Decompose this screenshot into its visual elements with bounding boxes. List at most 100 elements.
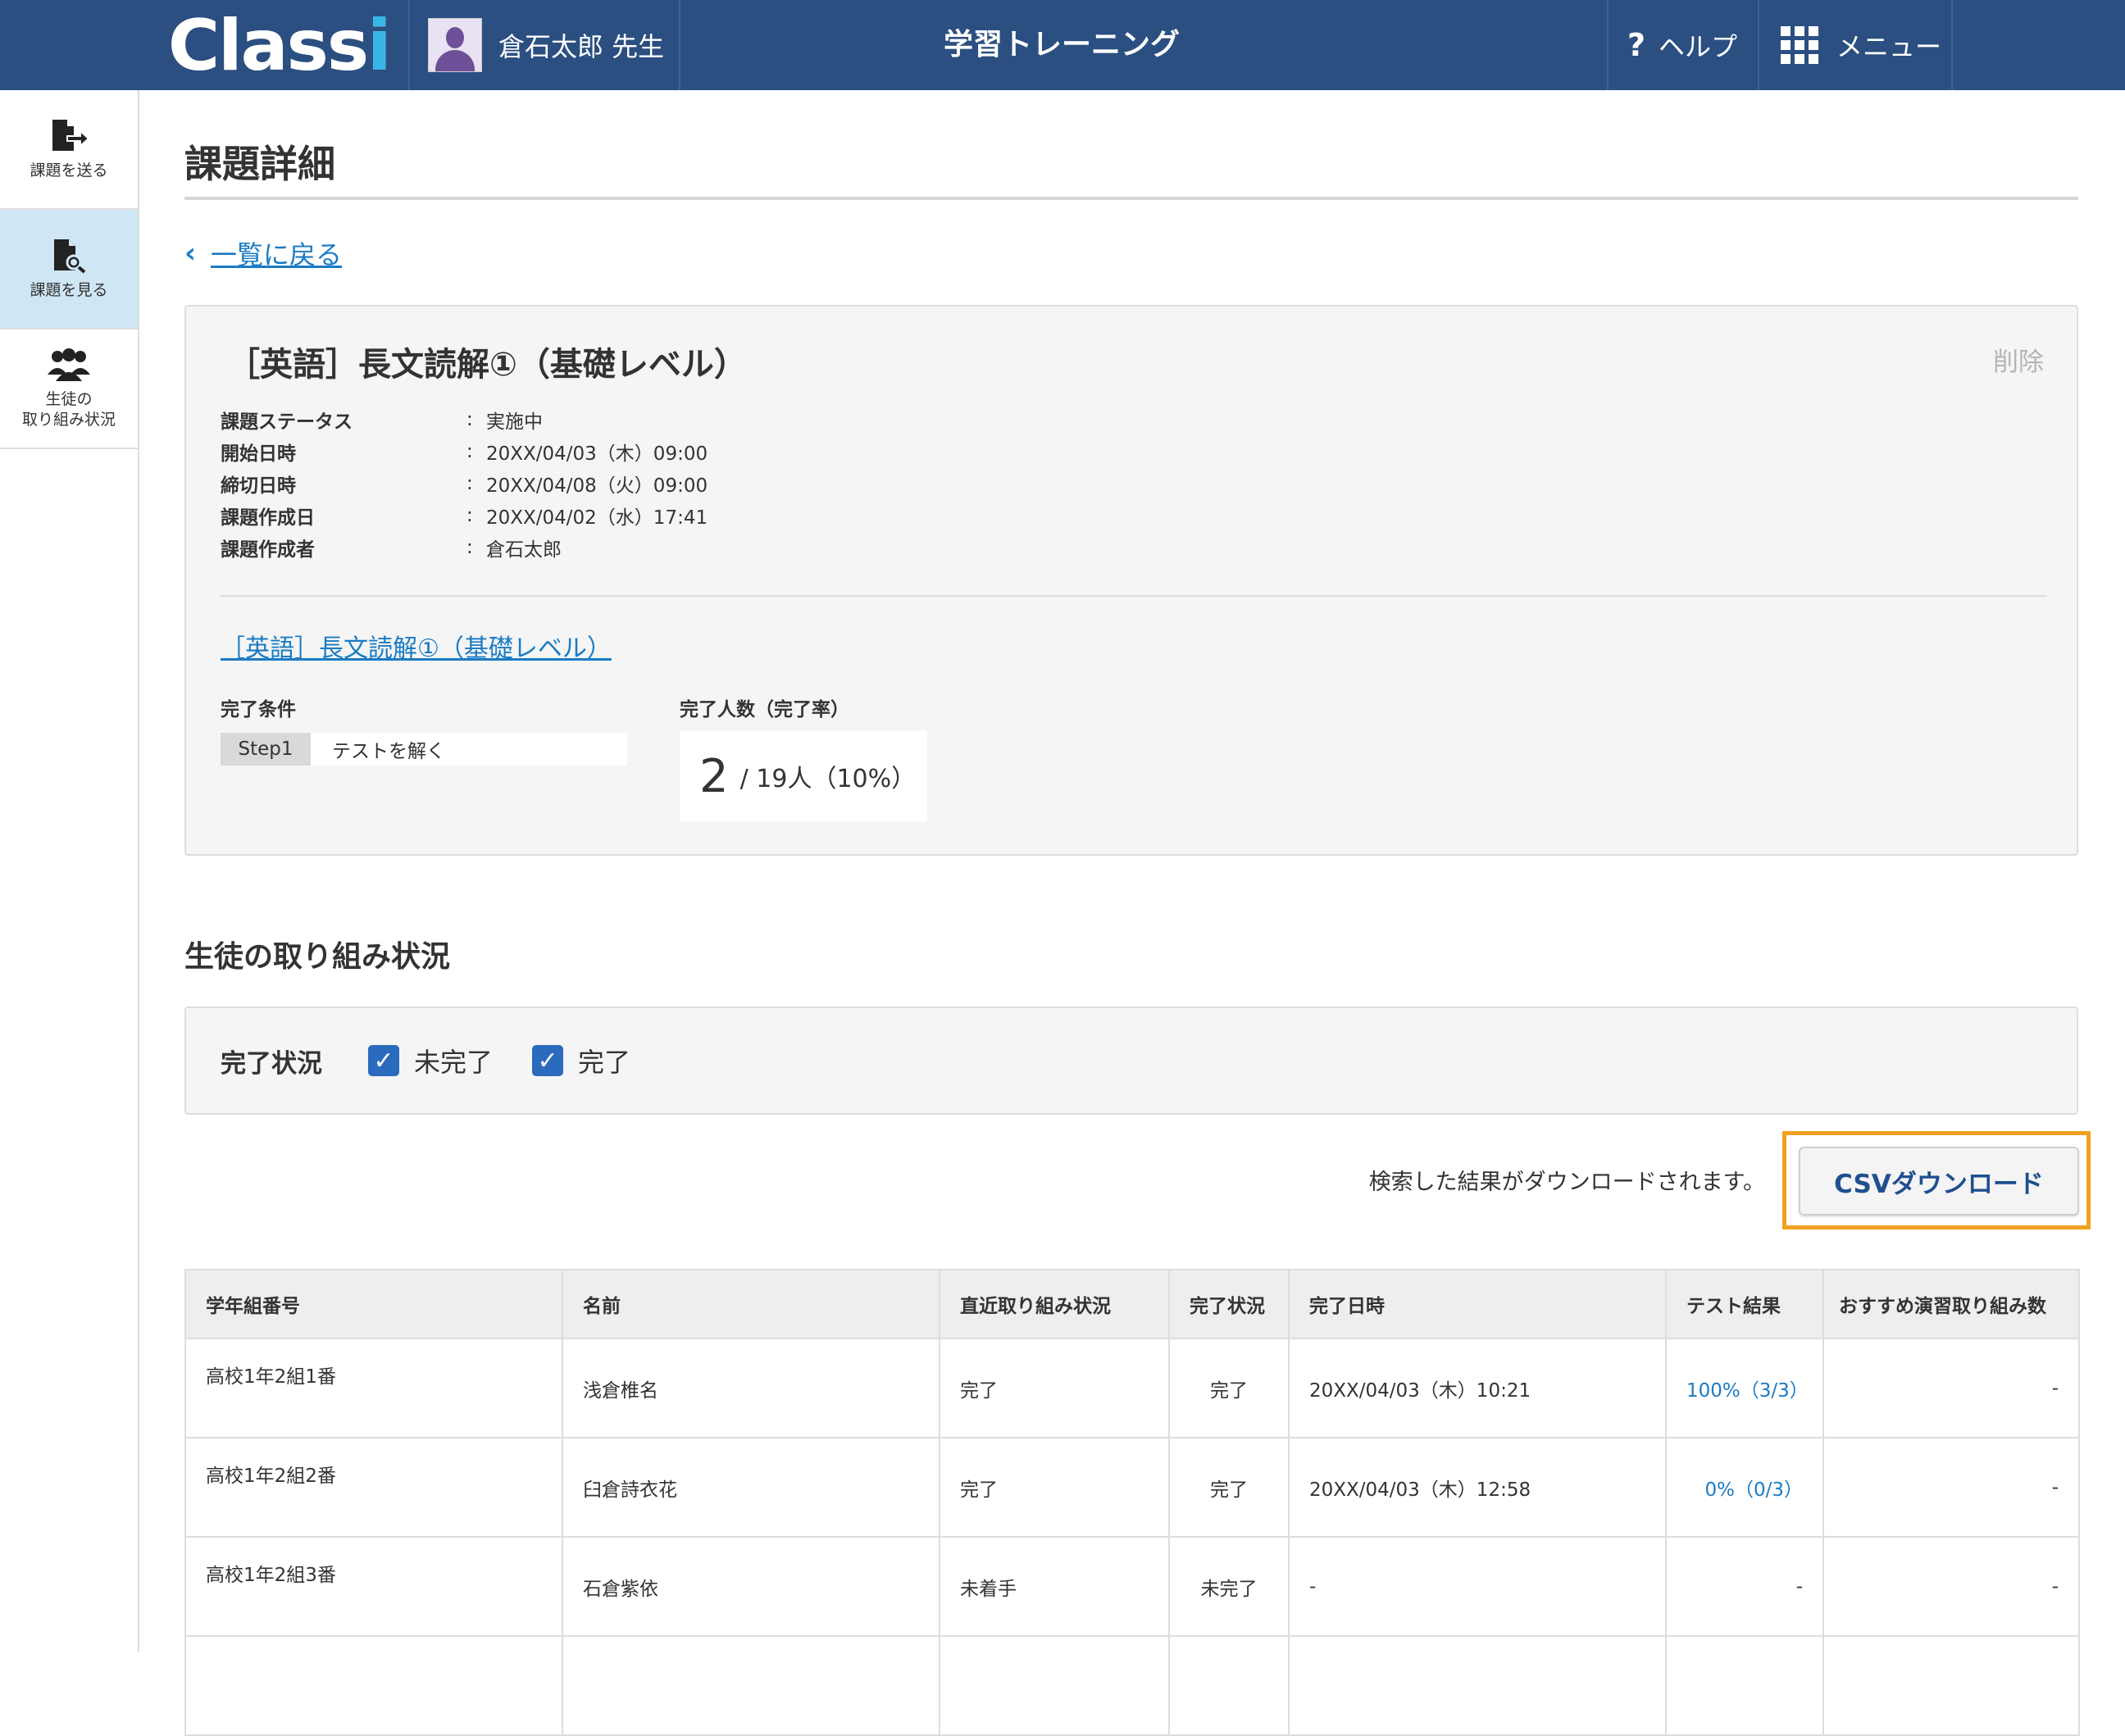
class-number-cell: 高校1年2組2番 (184, 1437, 563, 1538)
filter-incomplete-checkbox[interactable]: ✓ 未完了 (368, 1042, 493, 1079)
sidebar-item-send-assignment[interactable]: 課題を送る (0, 90, 138, 210)
class-number-cell: 高校1年2組1番 (184, 1338, 563, 1438)
help-button[interactable]: ? ヘルプ (1627, 0, 1737, 90)
step-condition: Step1 テストを解く (221, 733, 627, 766)
completion-filter: 完了状況 ✓ 未完了 ✓ 完了 (184, 1007, 2078, 1115)
completion-count-label: 完了人数（完了率） (680, 699, 849, 720)
practice-count-cell: - (1822, 1437, 2080, 1538)
header-divider (1607, 0, 1609, 90)
column-header[interactable]: 直近取り組み状況 (939, 1269, 1170, 1339)
assignment-title: ［英語］長文読解①（基礎レベル） (227, 346, 747, 384)
column-header[interactable]: 学年組番号 (184, 1269, 563, 1339)
back-link-label: 一覧に戻る (211, 239, 343, 270)
class-number-cell: 高校1年2組3番 (184, 1536, 563, 1637)
checkbox-label: 未完了 (414, 1047, 494, 1078)
title-divider (184, 197, 2078, 200)
completion-count: 2 / 19人（10%） (680, 731, 927, 821)
column-header[interactable]: 完了日時 (1288, 1269, 1667, 1339)
completed-number: 2 (699, 749, 729, 803)
app-title: 学習トレーニング (943, 28, 1180, 61)
sidebar-item-view-assignment[interactable]: 課題を見る (0, 210, 138, 329)
help-label: ヘルプ (1659, 31, 1738, 62)
test-result-link[interactable]: 0%（0/3） (1665, 1437, 1824, 1538)
table-row: 高校1年2組1番 浅倉椎名 完了 完了 20XX/04/03（木）10:21 1… (184, 1338, 2080, 1438)
completion-date-cell: - (1288, 1536, 1667, 1637)
back-to-list-link[interactable]: ‹ 一覧に戻る (184, 234, 342, 272)
practice-count-cell: - (1822, 1536, 2080, 1637)
column-header[interactable]: 名前 (562, 1269, 940, 1339)
meta-value: 20XX/04/08（火）09:00 (486, 475, 708, 497)
content-link[interactable]: ［英語］長文読解①（基礎レベル） (221, 628, 612, 664)
meta-row: 課題ステータス : 実施中 (221, 403, 708, 435)
completion-status-cell: 完了 (1168, 1437, 1290, 1538)
csv-download-button[interactable]: CSVダウンロード (1799, 1147, 2079, 1216)
completion-date-cell: 20XX/04/03（木）10:21 (1288, 1338, 1667, 1438)
completion-total: / 19人（10%） (739, 765, 917, 793)
view-document-icon (54, 239, 86, 274)
delete-button[interactable]: 削除 (1993, 341, 2044, 378)
help-icon: ? (1627, 27, 1646, 63)
recent-status-cell: 完了 (939, 1338, 1170, 1438)
meta-label: 課題ステータス (221, 411, 353, 433)
meta-row: 開始日時 : 20XX/04/03（木）09:00 (221, 435, 708, 467)
sidebar-item-label: 課題を見る (30, 280, 108, 299)
completion-status-cell: 未完了 (1168, 1536, 1290, 1637)
avatar (428, 18, 482, 72)
table-row: 高校1年2組3番 石倉紫依 未着手 未完了 - - - (184, 1536, 2080, 1637)
student-table: 学年組番号 名前 直近取り組み状況 完了状況 完了日時 テスト結果 おすすめ演習… (184, 1269, 2080, 1736)
student-name-cell: 浅倉椎名 (562, 1338, 940, 1438)
chevron-left-icon: ‹ (184, 237, 197, 270)
header-divider (1758, 0, 1759, 90)
sidebar-item-label: 課題を送る (30, 161, 108, 180)
meta-row: 締切日時 : 20XX/04/08（火）09:00 (221, 467, 708, 499)
test-result-cell: - (1665, 1536, 1824, 1637)
menu-label: メニュー (1836, 31, 1942, 62)
sidebar: 課題を送る 課題を見る 生徒の 取り組み状況 (0, 90, 139, 1652)
section-title: 生徒の取り組み状況 (184, 940, 451, 974)
recent-status-cell: 完了 (939, 1437, 1170, 1538)
page-title: 課題詳細 (184, 142, 335, 186)
meta-label: 課題作成日 (221, 507, 315, 529)
meta-value: 20XX/04/02（水）17:41 (486, 507, 708, 529)
grid-menu-icon (1781, 26, 1818, 64)
column-header[interactable]: 完了状況 (1168, 1269, 1290, 1339)
user-name: 倉石太郎 先生 (498, 31, 665, 62)
download-note: 検索した結果がダウンロードされます。 (1368, 1170, 1765, 1195)
user-info[interactable]: 倉石太郎 先生 (428, 18, 664, 72)
student-name-cell: 石倉紫依 (562, 1536, 940, 1637)
table-header-row: 学年組番号 名前 直近取り組み状況 完了状況 完了日時 テスト結果 おすすめ演習… (184, 1269, 2080, 1339)
checkmark-icon[interactable]: ✓ (368, 1045, 399, 1076)
table-row (184, 1635, 2080, 1736)
filter-label: 完了状況 (221, 1048, 322, 1079)
header-divider (1951, 0, 1953, 90)
column-header[interactable]: テスト結果 (1665, 1269, 1824, 1339)
send-document-icon (52, 119, 89, 151)
meta-value: 実施中 (486, 411, 543, 433)
header-divider (408, 0, 410, 90)
meta-value: 20XX/04/03（木）09:00 (486, 443, 708, 465)
meta-row: 課題作成日 : 20XX/04/02（水）17:41 (221, 499, 708, 531)
meta-label: 課題作成者 (221, 539, 315, 561)
sidebar-item-student-progress[interactable]: 生徒の 取り組み状況 (0, 329, 138, 449)
meta-label: 開始日時 (221, 443, 296, 465)
completion-status-cell: 完了 (1168, 1338, 1290, 1438)
classi-logo[interactable]: Classi (168, 5, 392, 87)
practice-count-cell: - (1822, 1338, 2080, 1438)
card-divider (221, 595, 2047, 597)
checkmark-icon[interactable]: ✓ (532, 1045, 564, 1076)
table-row: 高校1年2組2番 臼倉詩衣花 完了 完了 20XX/04/03（木）12:58 … (184, 1437, 2080, 1538)
meta-value: 倉石太郎 (486, 539, 562, 561)
column-header[interactable]: おすすめ演習取り組み数 (1822, 1269, 2080, 1339)
meta-label: 締切日時 (221, 475, 296, 497)
student-name-cell: 臼倉詩衣花 (562, 1437, 940, 1538)
students-icon (48, 348, 90, 381)
menu-button[interactable]: メニュー (1781, 0, 1941, 90)
condition-label: 完了条件 (221, 699, 296, 720)
recent-status-cell: 未着手 (939, 1536, 1170, 1637)
meta-row: 課題作成者 : 倉石太郎 (221, 531, 708, 563)
assignment-card: ［英語］長文読解①（基礎レベル） 削除 課題ステータス : 実施中 開始日時 :… (184, 305, 2078, 856)
filter-complete-checkbox[interactable]: ✓ 完了 (532, 1042, 630, 1079)
test-result-link[interactable]: 100%（3/3） (1665, 1338, 1824, 1438)
step-text: テストを解く (332, 741, 445, 762)
step-badge: Step1 (221, 733, 311, 766)
